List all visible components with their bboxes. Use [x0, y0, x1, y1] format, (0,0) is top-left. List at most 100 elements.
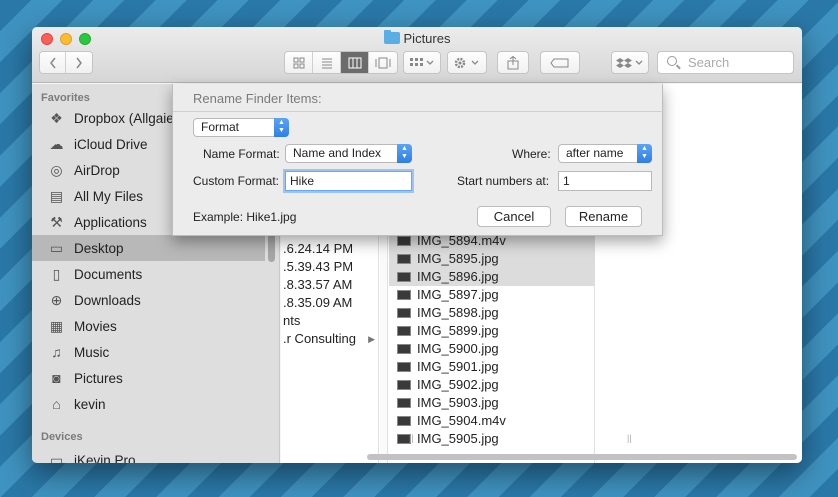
file-name: IMG_5895.jpg — [417, 251, 499, 266]
file-name: IMG_5897.jpg — [417, 287, 499, 302]
sidebar-item[interactable]: ♫ Music — [32, 339, 280, 365]
video-thumbnail-icon — [397, 236, 411, 246]
icon-view-icon — [293, 57, 304, 68]
file-row[interactable]: IMG_5899.jpg — [389, 322, 595, 340]
start-numbers-label: Start numbers at: — [457, 174, 550, 188]
column-resize-grip[interactable]: || — [627, 433, 632, 443]
sidebar-item[interactable]: ▭ iKevin Pro — [32, 447, 280, 463]
sidebar-item-label: Documents — [74, 266, 143, 282]
tags-button[interactable] — [540, 51, 580, 74]
file-row[interactable]: IMG_5898.jpg — [389, 304, 595, 322]
coverflow-view-icon — [375, 57, 391, 68]
dropbox-button[interactable] — [611, 51, 649, 74]
sidebar-item[interactable]: ⌂ kevin — [32, 391, 280, 417]
titlebar: Pictures Search — [32, 27, 802, 83]
action-button[interactable] — [447, 51, 487, 74]
list-item[interactable]: .5.39.43 PM — [281, 258, 379, 276]
image-thumbnail-icon — [397, 308, 411, 318]
back-button[interactable] — [40, 52, 66, 73]
document-icon: ▯ — [52, 266, 61, 282]
rename-mode-popup[interactable]: Format ▲ ▼ — [193, 118, 289, 137]
column-view-button[interactable] — [341, 52, 369, 73]
name-format-popup[interactable]: Name and Index ▲ ▼ — [285, 144, 412, 163]
folder-icon — [383, 30, 400, 44]
dropbox-icon: ❖ — [50, 110, 63, 126]
sidebar-item-label: Desktop — [74, 240, 124, 256]
divider — [173, 111, 664, 112]
favorites-heading: Favorites — [41, 92, 90, 104]
image-thumbnail-icon — [397, 290, 411, 300]
gear-icon — [454, 57, 479, 68]
image-thumbnail-icon — [397, 326, 411, 336]
applications-icon: ⚒ — [50, 214, 63, 230]
tag-icon — [550, 58, 569, 67]
sidebar-item-label: Music — [74, 344, 110, 360]
search-placeholder: Search — [688, 55, 730, 70]
file-row[interactable]: IMG_5900.jpg — [389, 340, 595, 358]
share-button[interactable] — [497, 51, 529, 74]
icon-view-button[interactable] — [285, 52, 313, 73]
video-thumbnail-icon — [397, 416, 411, 426]
forward-button[interactable] — [66, 52, 92, 73]
list-item[interactable]: .8.35.09 AM — [281, 294, 379, 312]
arrange-grid-icon — [410, 57, 434, 66]
chevron-updown-icon: ▲ ▼ — [637, 144, 652, 163]
sidebar-item[interactable]: ▭ Desktop — [32, 235, 265, 261]
search-input[interactable]: Search — [657, 51, 794, 74]
rename-sheet: Rename Finder Items: Format ▲ ▼ Name Form… — [172, 84, 664, 236]
where-popup[interactable]: after name ▲ ▼ — [558, 144, 652, 163]
image-thumbnail-icon — [397, 254, 411, 264]
sidebar-item[interactable]: ▦ Movies — [32, 313, 280, 339]
custom-format-field[interactable]: Hike — [285, 171, 412, 191]
list-item[interactable]: .6.24.14 PM — [281, 240, 379, 258]
dropbox-icon — [616, 57, 643, 68]
file-row[interactable]: IMG_5901.jpg — [389, 358, 595, 376]
share-icon — [507, 55, 519, 69]
file-name: IMG_5904.m4v — [417, 413, 506, 428]
image-thumbnail-icon — [397, 398, 411, 408]
sidebar-item-label: All My Files — [74, 188, 144, 204]
sidebar-item-label: iCloud Drive — [74, 136, 148, 152]
cancel-button[interactable]: Cancel — [477, 206, 551, 227]
image-thumbnail-icon — [397, 380, 411, 390]
file-row[interactable]: IMG_5895.jpg — [389, 250, 595, 268]
name-format-label: Name Format: — [203, 147, 280, 161]
file-row[interactable]: IMG_5905.jpg — [389, 430, 595, 448]
list-item[interactable]: .8.33.57 AM — [281, 276, 379, 294]
sidebar-item[interactable]: ⊕ Downloads — [32, 287, 280, 313]
file-name: IMG_5898.jpg — [417, 305, 499, 320]
file-name: IMG_5899.jpg — [417, 323, 499, 338]
start-numbers-field[interactable]: 1 — [558, 171, 652, 191]
sidebar-item[interactable]: ◙ Pictures — [32, 365, 280, 391]
image-thumbnail-icon — [397, 344, 411, 354]
example-text: Example: Hike1.jpg — [193, 210, 297, 224]
sidebar-item[interactable]: ▯ Documents — [32, 261, 280, 287]
file-row[interactable]: IMG_5904.m4v — [389, 412, 595, 430]
file-row[interactable]: IMG_5903.jpg — [389, 394, 595, 412]
movies-icon: ▦ — [49, 318, 64, 334]
list-item[interactable]: nts — [281, 312, 379, 330]
file-row[interactable]: IMG_5902.jpg — [389, 376, 595, 394]
camera-icon: ◙ — [52, 370, 61, 386]
rename-button[interactable]: Rename — [565, 206, 642, 227]
window-title: Pictures — [32, 30, 802, 46]
file-row[interactable]: IMG_5896.jpg — [389, 268, 595, 286]
list-view-icon — [321, 58, 332, 68]
back-forward-group — [39, 51, 93, 74]
image-thumbnail-icon — [397, 272, 411, 282]
devices-heading: Devices — [41, 431, 83, 443]
column-resize-grip[interactable]: || — [409, 433, 414, 443]
file-name: IMG_5905.jpg — [417, 431, 499, 446]
list-view-button[interactable] — [313, 52, 341, 73]
home-icon: ⌂ — [52, 396, 61, 412]
view-mode-group — [284, 51, 398, 74]
coverflow-view-button[interactable] — [369, 52, 397, 73]
list-item[interactable]: .r Consulting ▶ — [281, 330, 379, 348]
sidebar-scrollbar[interactable] — [268, 232, 275, 262]
arrange-button[interactable] — [403, 51, 441, 74]
cloud-icon: ☁ — [49, 136, 64, 152]
file-name: IMG_5901.jpg — [417, 359, 499, 374]
file-row[interactable]: IMG_5897.jpg — [389, 286, 595, 304]
horizontal-scrollbar[interactable] — [367, 454, 797, 460]
file-name: IMG_5902.jpg — [417, 377, 499, 392]
